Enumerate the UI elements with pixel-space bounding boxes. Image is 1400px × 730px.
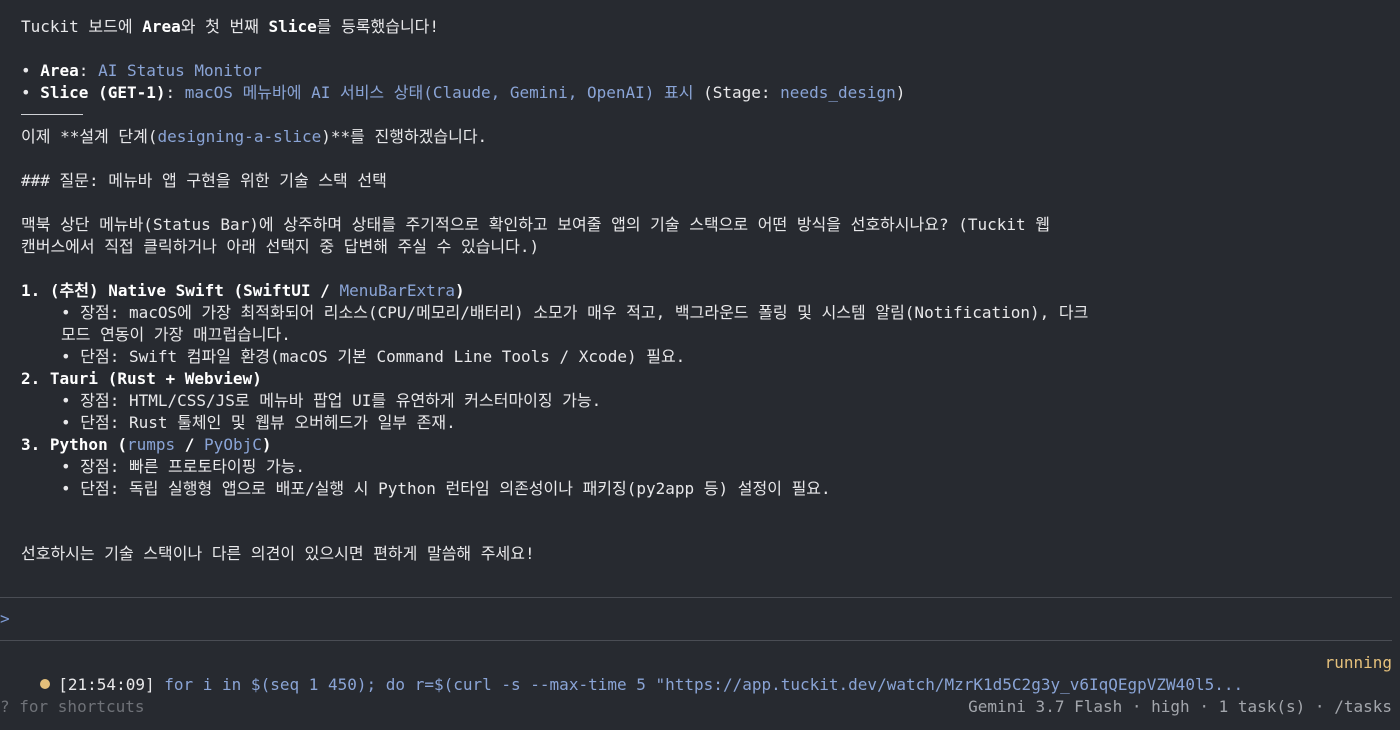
input-bottom-divider: [0, 640, 1392, 641]
area-bullet: • Area: AI Status Monitor: [21, 61, 262, 80]
question-paragraph-2: 캔버스에서 직접 클릭하거나 아래 선택지 중 답변해 주실 수 있습니다.): [21, 237, 540, 256]
task-status: running: [1324, 653, 1392, 672]
option-1-title: 1. (추천) Native Swift (SwiftUI / MenuBarE…: [21, 281, 465, 300]
input-top-divider: [0, 597, 1392, 598]
running-status-dot-icon: [40, 679, 51, 689]
slice-value: macOS 메뉴바에 AI 서비스 상태(Claude, Gemini, Ope…: [184, 83, 694, 102]
task-timestamp: [21:54:09]: [58, 675, 165, 694]
prompt-caret-icon: >: [0, 609, 10, 628]
design-skill-name: designing-a-slice: [157, 127, 322, 146]
option-3-title: 3. Python (rumps / PyObjC): [21, 435, 272, 454]
option-2-con: • 단점: Rust 툴체인 및 웹뷰 오버헤드가 일부 존재.: [61, 413, 456, 432]
option-3-con: • 단점: 독립 실행형 앱으로 배포/실행 시 Python 런타임 의존성이…: [61, 479, 831, 498]
option-1-pro-cont: 모드 연동이 가장 매끄럽습니다.: [61, 325, 291, 344]
question-paragraph-1: 맥북 상단 메뉴바(Status Bar)에 상주하며 상태를 주기적으로 확인…: [21, 215, 1050, 234]
option-2-title: 2. Tauri (Rust + Webview): [21, 369, 262, 388]
horizontal-rule: [21, 114, 83, 115]
design-step-line: 이제 **설계 단계(designing-a-slice)**를 진행하겠습니다…: [21, 127, 488, 146]
option-1-pro: • 장점: macOS에 가장 최적화되어 리소스(CPU/메모리/배터리) 소…: [61, 303, 1089, 322]
task-count: 1 task(s): [1218, 697, 1306, 716]
slice-bullet: • Slice (GET-1): macOS 메뉴바에 AI 서비스 상태(Cl…: [21, 83, 906, 102]
status-bar: Gemini 3.7 Flash · high · 1 task(s) · /t…: [968, 697, 1392, 716]
model-name[interactable]: Gemini 3.7 Flash: [968, 697, 1122, 716]
closing-message: 선호하시는 기술 스택이나 다른 의견이 있으시면 편하게 말씀해 주세요!: [21, 544, 535, 563]
tasks-command[interactable]: /tasks: [1334, 697, 1392, 716]
registration-summary: Tuckit 보드에 Area와 첫 번째 Slice를 등록했습니다!: [21, 17, 440, 36]
task-command: for i in $(seq 1 450); do r=$(curl -s --…: [164, 675, 1244, 694]
question-heading: ### 질문: 메뉴바 앱 구현을 위한 기술 스택 선택: [21, 171, 387, 190]
shortcuts-hint: ? for shortcuts: [0, 697, 145, 716]
option-1-con: • 단점: Swift 컴파일 환경(macOS 기본 Command Line…: [61, 347, 686, 366]
effort-level[interactable]: high: [1151, 697, 1190, 716]
prompt-input[interactable]: >: [0, 608, 10, 630]
option-3-pro: • 장점: 빠른 프로토타이핑 가능.: [61, 457, 306, 476]
option-2-pro: • 장점: HTML/CSS/JS로 메뉴바 팝업 UI를 유연하게 커스터마이…: [61, 391, 602, 410]
slice-stage: needs_design: [780, 83, 896, 102]
area-value: AI Status Monitor: [98, 61, 262, 80]
